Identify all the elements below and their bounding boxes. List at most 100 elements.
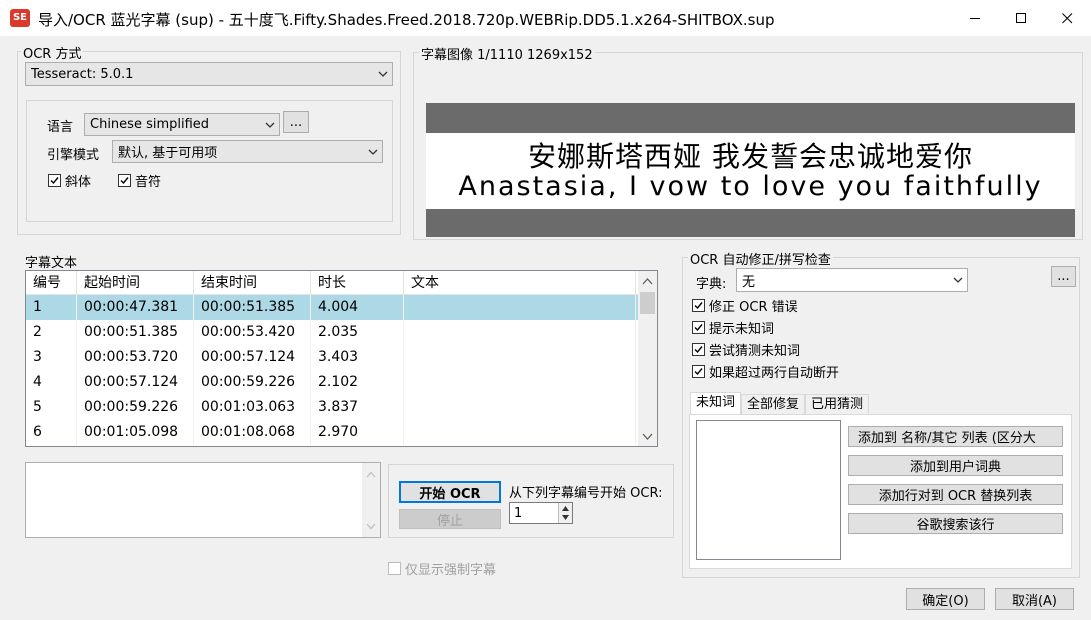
cell-end: 00:00:51.385 [194, 295, 311, 320]
cell-duration: 3.837 [311, 395, 404, 420]
italic-checkbox[interactable]: 斜体 [48, 171, 91, 190]
cell-end: 00:00:53.420 [194, 320, 311, 345]
checkbox-box [692, 343, 705, 356]
table-row[interactable]: 1 00:00:47.381 00:00:51.385 4.004 [26, 295, 657, 320]
ocr-engine-value: Tesseract: 5.0.1 [31, 66, 134, 82]
cell-duration: 4.004 [311, 295, 404, 320]
dictionary-value: 无 [742, 274, 756, 290]
forced-only-checkbox[interactable]: 仅显示强制字幕 [388, 559, 496, 578]
stop-ocr-button[interactable]: 停止 [399, 509, 501, 529]
tab-guesses-used[interactable]: 已用猜测 [805, 394, 870, 415]
cell-end: 00:00:57.124 [194, 345, 311, 370]
maximize-button[interactable] [998, 0, 1044, 36]
option-label: 如果超过两行自动断开 [709, 366, 840, 381]
table-row[interactable]: 4 00:00:57.124 00:00:59.226 2.102 [26, 370, 657, 395]
table-scrollbar[interactable] [638, 271, 657, 446]
checkbox-box [692, 365, 705, 378]
cell-text [404, 395, 636, 420]
scroll-down-icon[interactable] [642, 433, 653, 441]
cell-duration: 3.403 [311, 345, 404, 370]
add-to-ocr-replace-list-button[interactable]: 添加行对到 OCR 替换列表 [848, 484, 1063, 505]
add-to-user-dictionary-button[interactable]: 添加到用户词典 [848, 455, 1063, 476]
table-header: 编号 起始时间 结束时间 时长 文本 [26, 271, 657, 295]
auto-break-lines-checkbox[interactable]: 如果超过两行自动断开 [692, 362, 839, 381]
cell-text [404, 345, 636, 370]
cell-num: 2 [26, 320, 77, 345]
ocr-engine-select[interactable]: Tesseract: 5.0.1 [25, 62, 393, 86]
checkmark-icon [694, 368, 703, 376]
subtitle-table[interactable]: 编号 起始时间 结束时间 时长 文本 1 00:00:47.381 00:00:… [25, 270, 658, 447]
subtitle-image-line-2: Anastasia, I vow to love you faithfully [458, 171, 1043, 202]
add-to-names-button[interactable]: 添加到 名称/其它 列表 (区分大 [848, 426, 1063, 447]
subtitle-text-legend: 字幕文本 [25, 256, 78, 271]
option-label: 修正 OCR 错误 [709, 300, 798, 315]
spinner-buttons[interactable] [558, 503, 572, 523]
engine-mode-value: 默认, 基于可用项 [118, 146, 218, 161]
cell-end: 00:01:08.068 [194, 420, 311, 445]
fix-ocr-errors-checkbox[interactable]: 修正 OCR 错误 [692, 296, 798, 315]
google-search-line-button[interactable]: 谷歌搜索该行 [848, 513, 1063, 534]
close-icon [1061, 12, 1072, 23]
cell-start: 00:00:59.226 [77, 395, 194, 420]
scroll-up-icon[interactable] [366, 471, 376, 478]
language-label: 语言 [47, 120, 74, 135]
ok-button[interactable]: 确定(O) [906, 588, 985, 610]
language-select[interactable]: Chinese simplified [84, 113, 280, 136]
cell-duration: 2.970 [311, 420, 404, 445]
cell-num: 3 [26, 345, 77, 370]
checkbox-box [48, 174, 61, 187]
unknown-words-list[interactable] [696, 420, 841, 560]
cell-end: 00:01:03.063 [194, 395, 311, 420]
column-header-num[interactable]: 编号 [26, 271, 77, 294]
table-row[interactable]: 6 00:01:05.098 00:01:08.068 2.970 [26, 420, 657, 445]
column-header-start[interactable]: 起始时间 [77, 271, 194, 294]
scroll-up-icon[interactable] [642, 277, 653, 285]
cell-num: 5 [26, 395, 77, 420]
start-from-spinner[interactable]: 1 [509, 502, 573, 524]
table-row[interactable]: 5 00:00:59.226 00:01:03.063 3.837 [26, 395, 657, 420]
table-row[interactable]: 3 00:00:53.720 00:00:57.124 3.403 [26, 345, 657, 370]
cell-num: 4 [26, 370, 77, 395]
cell-duration: 2.102 [311, 370, 404, 395]
column-header-text[interactable]: 文本 [404, 271, 636, 294]
column-header-duration[interactable]: 时长 [311, 271, 404, 294]
cell-start: 00:00:51.385 [77, 320, 194, 345]
cell-num: 6 [26, 420, 77, 445]
spinner-up-icon[interactable] [562, 506, 569, 511]
column-header-end[interactable]: 结束时间 [194, 271, 311, 294]
subtitle-image-line-1: 安娜斯塔西娅 我发誓会忠诚地爱你 [528, 140, 973, 173]
close-button[interactable] [1044, 0, 1090, 36]
music-checkbox[interactable]: 音符 [118, 171, 161, 190]
app-icon: SE [10, 9, 30, 27]
checkbox-box [388, 562, 401, 575]
tab-unknown-words[interactable]: 未知词 [690, 392, 742, 415]
option-label: 提示未知词 [709, 322, 775, 337]
cell-start: 00:00:53.720 [77, 345, 194, 370]
engine-mode-select[interactable]: 默认, 基于可用项 [112, 140, 383, 163]
option-label: 尝试猜测未知词 [709, 344, 801, 359]
scroll-down-icon[interactable] [366, 523, 376, 530]
dictionary-select[interactable]: 无 [736, 268, 968, 292]
editor-scrollbar[interactable] [362, 463, 380, 537]
table-row[interactable]: 2 00:00:51.385 00:00:53.420 2.035 [26, 320, 657, 345]
italic-label: 斜体 [65, 175, 92, 190]
cell-duration: 2.035 [311, 320, 404, 345]
spinner-down-icon[interactable] [562, 515, 569, 520]
checkbox-box [692, 321, 705, 334]
minimize-button[interactable] [952, 0, 998, 36]
prompt-unknown-words-checkbox[interactable]: 提示未知词 [692, 318, 774, 337]
start-from-label: 从下列字幕编号开始 OCR: [509, 486, 663, 501]
dictionary-label: 字典: [696, 277, 727, 292]
cancel-button[interactable]: 取消(A) [995, 588, 1074, 610]
minimize-icon [969, 17, 980, 19]
chevron-down-icon [261, 122, 279, 128]
language-browse-button[interactable]: ... [283, 111, 309, 133]
dictionary-browse-button[interactable]: ... [1051, 266, 1076, 287]
scrollbar-thumb[interactable] [640, 292, 655, 314]
cell-text [404, 370, 636, 395]
guess-unknown-words-checkbox[interactable]: 尝试猜测未知词 [692, 340, 800, 359]
start-ocr-button[interactable]: 开始 OCR [399, 481, 501, 503]
subtitle-text-editor[interactable] [25, 462, 381, 538]
start-from-value: 1 [514, 506, 523, 521]
tab-all-fixes[interactable]: 全部修复 [741, 394, 806, 415]
